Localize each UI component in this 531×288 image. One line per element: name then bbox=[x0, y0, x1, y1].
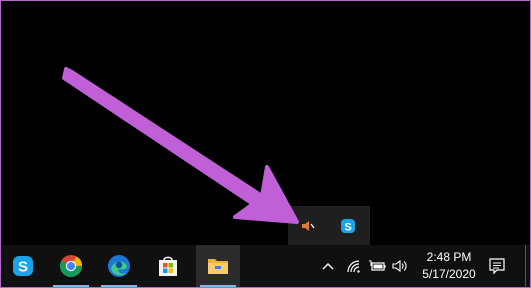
skype-icon: S bbox=[13, 256, 33, 276]
folder-icon bbox=[208, 259, 228, 274]
clock-date: 5/17/2020 bbox=[422, 267, 476, 281]
edge-icon bbox=[108, 255, 130, 277]
taskbar-app-skype[interactable]: S bbox=[1, 245, 45, 287]
svg-text:S: S bbox=[18, 259, 28, 276]
taskbar-app-file-explorer[interactable] bbox=[196, 245, 240, 287]
battery-icon[interactable] bbox=[368, 257, 386, 275]
svg-text:S: S bbox=[344, 222, 351, 234]
taskbar-app-store[interactable] bbox=[146, 245, 190, 287]
volume-muted-icon[interactable] bbox=[298, 216, 318, 236]
chevron-up-icon[interactable] bbox=[319, 257, 337, 275]
skype-icon[interactable]: S bbox=[338, 216, 358, 236]
tray-overflow-flyout: S bbox=[288, 206, 370, 246]
taskbar: S 2:48 PM 5/17/2020 bbox=[1, 245, 530, 287]
clock-time: 2:48 PM bbox=[426, 250, 472, 264]
action-center-icon[interactable] bbox=[488, 257, 508, 277]
store-icon bbox=[159, 256, 177, 276]
taskbar-app-edge[interactable] bbox=[97, 245, 141, 287]
system-clock[interactable]: 2:48 PM 5/17/2020 bbox=[417, 249, 481, 283]
volume-icon[interactable] bbox=[392, 257, 410, 275]
taskbar-app-chrome[interactable] bbox=[49, 245, 93, 287]
show-desktop-button[interactable] bbox=[525, 245, 530, 287]
chrome-icon bbox=[60, 255, 82, 277]
wifi-icon[interactable] bbox=[345, 257, 363, 275]
desktop bbox=[1, 1, 530, 245]
